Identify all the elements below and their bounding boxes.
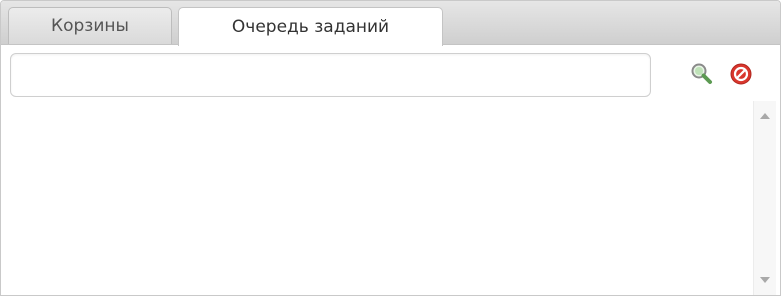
search-input[interactable]: [10, 53, 651, 97]
no-entry-icon-graphic: [730, 63, 752, 85]
magnifier-icon-graphic: [691, 63, 712, 84]
task-panel: Корзины Очередь заданий: [0, 0, 781, 296]
tab-job-queue-label: Очередь заданий: [231, 17, 390, 37]
search-icon[interactable]: [690, 62, 714, 86]
tab-job-queue[interactable]: Очередь заданий: [178, 7, 443, 46]
tab-bar: Корзины Очередь заданий: [1, 1, 780, 46]
vertical-scrollbar[interactable]: [753, 101, 776, 295]
clear-icon[interactable]: [729, 62, 753, 86]
tab-baskets-label: Корзины: [51, 16, 129, 36]
tab-baskets[interactable]: Корзины: [8, 7, 172, 44]
scroll-down-arrow-icon[interactable]: [760, 277, 770, 283]
job-queue-list: [10, 97, 750, 295]
scroll-up-arrow-icon[interactable]: [760, 113, 770, 119]
